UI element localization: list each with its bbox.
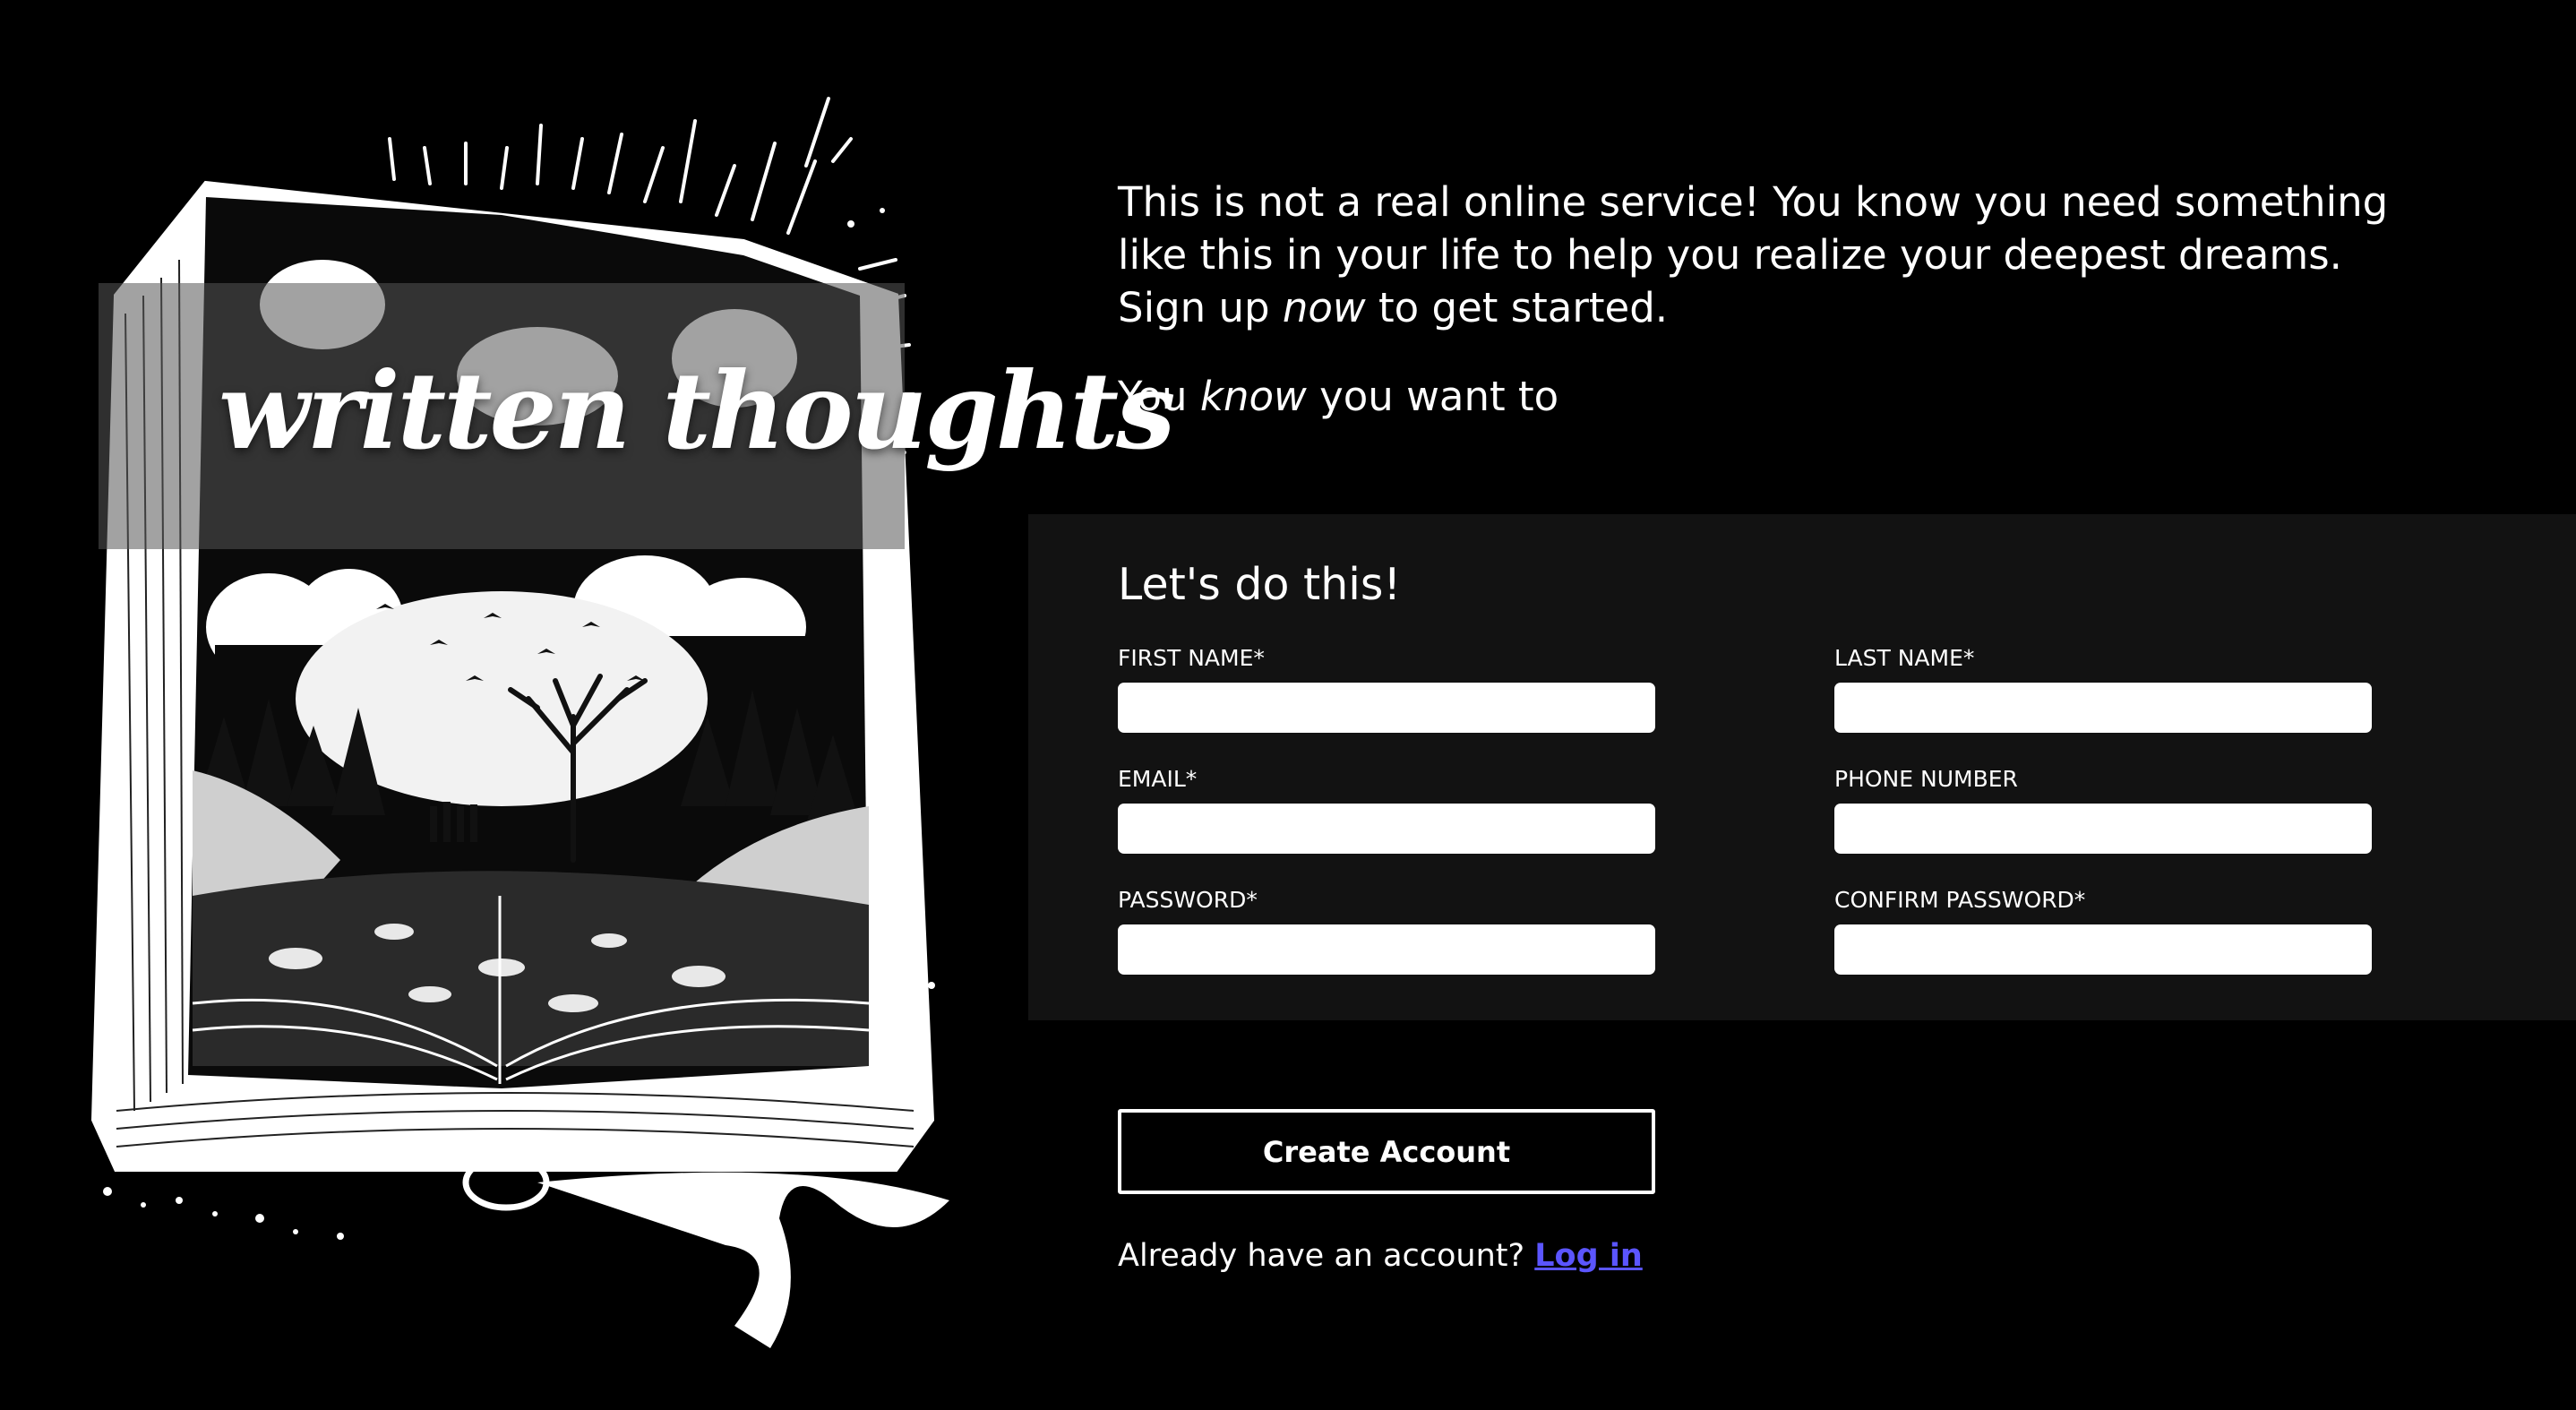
first-name-label: FIRST NAME* — [1118, 645, 1265, 671]
bookmark-ribbon — [462, 1154, 949, 1348]
password-label: PASSWORD* — [1118, 887, 1258, 913]
email-label: EMAIL* — [1118, 766, 1198, 792]
first-name-group: FIRST NAME* — [1118, 643, 1655, 733]
tagline-emphasis: know — [1199, 373, 1307, 420]
email-group: EMAIL* — [1118, 764, 1655, 854]
form-heading: Let's do this! — [1118, 559, 1402, 610]
confirm-password-label: CONFIRM PASSWORD* — [1834, 887, 2086, 913]
intro-tagline: You know you want to — [1118, 370, 2408, 423]
phone-label: PHONE NUMBER — [1834, 766, 2018, 792]
intro-emphasis: now — [1282, 284, 1366, 331]
phone-input[interactable] — [1834, 804, 2372, 854]
login-prompt: Already have an account? Log in — [1118, 1234, 1643, 1277]
intro-paragraph: This is not a real online service! You k… — [1118, 176, 2408, 334]
password-input[interactable] — [1118, 924, 1655, 975]
phone-group: PHONE NUMBER — [1834, 764, 2372, 854]
intro-text-after: to get started. — [1378, 284, 1669, 331]
open-book-illustration-icon — [90, 97, 949, 1348]
tagline-after: you want to — [1319, 373, 1559, 420]
last-name-group: LAST NAME* — [1834, 643, 2372, 733]
create-account-button[interactable]: Create Account — [1118, 1109, 1655, 1194]
login-prompt-text: Already have an account? — [1118, 1238, 1525, 1274]
password-group: PASSWORD* — [1118, 885, 1655, 975]
email-input[interactable] — [1118, 804, 1655, 854]
last-name-label: LAST NAME* — [1834, 645, 1975, 671]
hero-panel: written thoughts — [0, 0, 1176, 1410]
login-link[interactable]: Log in — [1534, 1238, 1643, 1274]
last-name-input[interactable] — [1834, 683, 2372, 733]
confirm-password-input[interactable] — [1834, 924, 2372, 975]
tagline-before: You — [1118, 373, 1188, 420]
first-name-input[interactable] — [1118, 683, 1655, 733]
intro-text: This is not a real online service! You k… — [1118, 176, 2408, 423]
confirm-password-group: CONFIRM PASSWORD* — [1834, 885, 2372, 975]
brand-title: written thoughts — [219, 348, 1176, 473]
